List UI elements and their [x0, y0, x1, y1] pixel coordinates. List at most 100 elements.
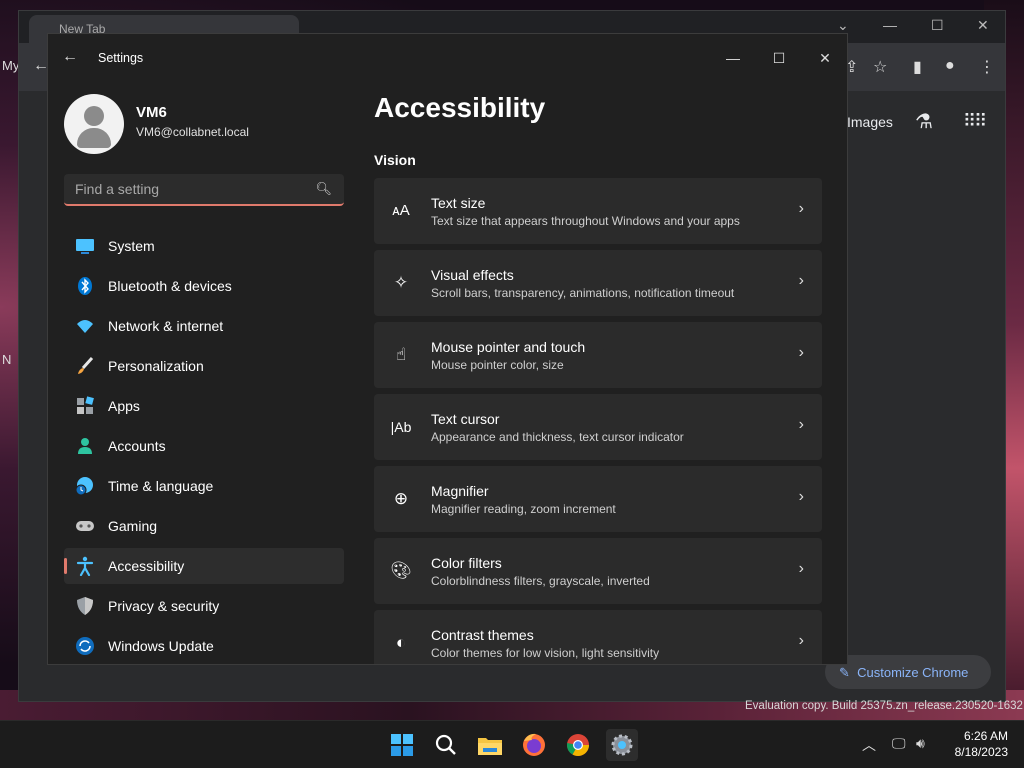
file-explorer-icon[interactable] — [474, 729, 506, 761]
card-description: Mouse pointer color, size — [431, 358, 564, 372]
sidebar-item-label: Gaming — [108, 518, 158, 534]
card-title: Text size — [431, 195, 486, 211]
minimize-button[interactable]: — — [710, 42, 756, 74]
card-text-size[interactable]: ᴀA Text size Text size that appears thro… — [374, 178, 822, 244]
sidebar-item-label: Bluetooth & devices — [108, 278, 232, 294]
close-icon[interactable]: ✕ — [977, 17, 989, 34]
taskbar: ︿ 🖵︎ 🔊︎ 6:26 AM 8/18/2023 — [0, 720, 1024, 768]
chevron-right-icon: › — [798, 416, 804, 433]
clock-date: 8/18/2023 — [954, 745, 1008, 759]
sidebar-item-label: Time & language — [108, 478, 214, 494]
profile-icon[interactable]: ● — [945, 57, 955, 75]
user-name: VM6 — [136, 104, 167, 121]
maximize-icon[interactable]: ☐ — [931, 17, 944, 34]
sidebar-item-accessibility[interactable]: Accessibility — [64, 548, 344, 584]
sidebar-item-apps[interactable]: Apps — [64, 388, 344, 424]
search-icon: 🔍︎ — [315, 181, 332, 196]
minimize-icon[interactable]: — — [883, 17, 897, 33]
card-title: Color filters — [431, 555, 502, 571]
clock-time: 6:26 AM — [963, 729, 1008, 743]
search-box: 🔍︎ — [64, 174, 344, 206]
volume-icon[interactable]: 🔊︎ — [916, 735, 925, 752]
apps-icon — [77, 396, 94, 414]
contrast-icon: ◐ — [395, 633, 407, 652]
pointer-touch-icon: ☝ — [395, 345, 407, 364]
sidebar-item-label: Windows Update — [108, 638, 214, 654]
settings-gear-icon[interactable] — [606, 729, 638, 761]
evaluation-watermark: Evaluation copy. Build 25375.zn_release.… — [745, 700, 1023, 712]
card-magnifier[interactable]: ⊕ Magnifier Magnifier reading, zoom incr… — [374, 466, 822, 532]
text-cursor-icon: |Ab — [390, 419, 412, 435]
card-title: Contrast themes — [431, 627, 534, 643]
card-title: Visual effects — [431, 267, 514, 283]
palette-icon: 🎨︎ — [390, 561, 412, 580]
firefox-icon[interactable] — [518, 729, 550, 761]
sidebar-item-gaming[interactable]: Gaming — [64, 508, 344, 544]
window-title: Settings — [98, 51, 144, 65]
maximize-button[interactable]: ☐ — [756, 42, 802, 74]
images-link[interactable]: Images — [847, 114, 893, 130]
card-description: Color themes for low vision, light sensi… — [431, 646, 660, 660]
apps-grid-icon[interactable]: ⠿⠿ — [963, 111, 987, 132]
chevron-down-icon[interactable]: ⌄ — [837, 17, 849, 34]
card-title: Text cursor — [431, 411, 500, 427]
desktop-peek-text: My — [2, 58, 20, 73]
more-menu-icon[interactable]: ⋮ — [979, 57, 995, 77]
start-icon[interactable] — [386, 729, 418, 761]
system-icon — [76, 239, 94, 254]
search-icon[interactable] — [430, 729, 462, 761]
sidebar-item-accounts[interactable]: Accounts — [64, 428, 344, 464]
customize-chrome-button[interactable]: ✎ Customize Chrome — [825, 655, 991, 689]
pencil-icon: ✎ — [839, 665, 850, 680]
settings-titlebar: ← Settings — ☐ ✕ — [48, 34, 847, 82]
sidebar-item-label: Accessibility — [108, 558, 185, 574]
star-icon[interactable]: ☆ — [873, 57, 887, 77]
settings-window: ← Settings — ☐ ✕ VM6 VM6@collabnet.local… — [47, 33, 848, 665]
side-panel-icon[interactable]: ▮ — [913, 57, 922, 77]
globe-clock-icon — [75, 477, 93, 496]
sidebar-item-label: System — [108, 238, 155, 254]
shield-icon — [77, 597, 93, 615]
card-visual-effects[interactable]: ✧ Visual effects Scroll bars, transparen… — [374, 250, 822, 316]
card-description: Magnifier reading, zoom increment — [431, 502, 616, 516]
main-content: Accessibility Vision ᴀA Text size Text s… — [374, 82, 847, 664]
sidebar-item-time-language[interactable]: Time & language — [64, 468, 344, 504]
sidebar-item-label: Privacy & security — [108, 598, 220, 614]
sidebar: VM6 VM6@collabnet.local 🔍︎ System Blueto… — [48, 82, 358, 664]
card-description: Appearance and thickness, text cursor in… — [431, 430, 684, 444]
chevron-up-icon[interactable]: ︿ — [862, 735, 876, 755]
desktop-peek-text-2: N — [2, 352, 12, 367]
sidebar-nav: System Bluetooth & devices Network & int… — [64, 228, 344, 664]
wifi-icon — [77, 320, 93, 333]
sidebar-item-label: Personalization — [108, 358, 204, 374]
sidebar-item-windows-update[interactable]: Windows Update — [64, 628, 344, 664]
card-mouse-pointer[interactable]: ☝ Mouse pointer and touch Mouse pointer … — [374, 322, 822, 388]
sidebar-item-label: Network & internet — [108, 318, 224, 334]
card-color-filters[interactable]: 🎨︎ Color filters Colorblindness filters,… — [374, 538, 822, 604]
close-button[interactable]: ✕ — [802, 42, 847, 74]
network-icon[interactable]: 🖵︎ — [892, 735, 906, 752]
sidebar-item-privacy[interactable]: Privacy & security — [64, 588, 344, 624]
user-email: VM6@collabnet.local — [136, 125, 249, 139]
search-input[interactable] — [64, 174, 304, 204]
sidebar-item-bluetooth[interactable]: Bluetooth & devices — [64, 268, 344, 304]
chevron-right-icon: › — [798, 200, 804, 217]
card-title: Mouse pointer and touch — [431, 339, 586, 355]
sidebar-item-network[interactable]: Network & internet — [64, 308, 344, 344]
clock[interactable]: 6:26 AM 8/18/2023 — [955, 728, 1008, 760]
back-arrow-icon[interactable]: ← — [62, 48, 78, 66]
text-size-icon: ᴀA — [392, 202, 410, 219]
sidebar-item-label: Apps — [108, 398, 140, 414]
sparkle-icon: ✧ — [393, 273, 409, 292]
chevron-right-icon: › — [798, 560, 804, 577]
labs-flask-icon[interactable]: ⚗ — [915, 109, 933, 134]
user-profile[interactable]: VM6 VM6@collabnet.local — [64, 94, 354, 158]
sidebar-item-system[interactable]: System — [64, 228, 344, 264]
page-title: Accessibility — [374, 92, 546, 123]
card-title: Magnifier — [431, 483, 489, 499]
chrome-icon[interactable] — [562, 729, 594, 761]
chevron-right-icon: › — [798, 488, 804, 505]
card-text-cursor[interactable]: |Ab Text cursor Appearance and thickness… — [374, 394, 822, 460]
card-contrast-themes[interactable]: ◐ Contrast themes Color themes for low v… — [374, 610, 822, 664]
sidebar-item-personalization[interactable]: Personalization — [64, 348, 344, 384]
